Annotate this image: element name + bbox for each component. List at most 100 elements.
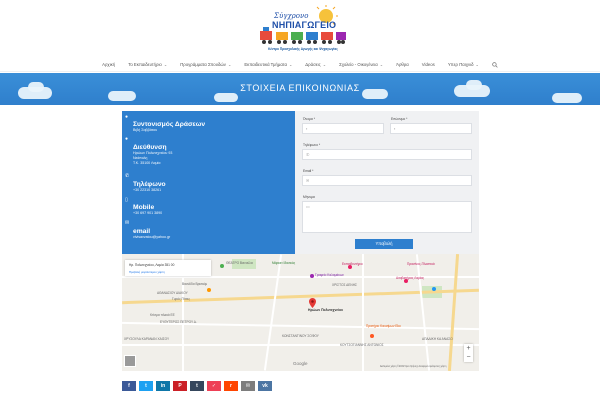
message-label: Μήνυμα [303,195,315,199]
pocket-share-button[interactable]: ✓ [207,381,221,391]
logo-subtitle: Κέντρο Προσχολικής Αγωγής και Ψυχαγωγίας [268,47,338,51]
main-nav: Αρχική Το Εκπαιδευτήριο ⌄ Προγράμματα Σπο… [0,58,600,72]
contact-address: Διεύθυνση Ηρώων Πολυτεχνείου 93 Νεάπολη … [133,144,172,167]
first-name-label: Όνομα * [303,117,316,121]
phone-field[interactable]: ✆ [302,149,472,160]
zoom-out-button[interactable]: − [464,353,473,362]
phone-icon: ✆ [306,152,310,157]
google-logo: Google [293,361,308,366]
map-label: Πρατήριο Καυσίμων Eko [366,324,401,328]
chevron-down-icon: ⌄ [322,62,327,67]
contact-line: Βιβή Σαββάτου [133,128,158,132]
nav-item-label: Εκπαιδευτικά Τμήματα [244,62,287,67]
reddit-share-button[interactable]: r [224,381,238,391]
email-field[interactable]: ✉ [302,175,472,186]
nav-item-programs[interactable]: Προγράμματα Σπουδών ⌄ [180,62,231,67]
page-title: ΣΤΟΙΧΕΙΑ ΕΠΙΚΟΙΝΩΝΙΑΣ [240,83,360,93]
email-icon: ✉ [125,220,130,226]
map-label: Μάρκετ Ιδανικός [272,261,296,265]
first-name-field[interactable]: ▪ [302,123,384,134]
map-label: ΧΡΙΣΤΟΣ ΔΕΝΗΣ [332,283,357,287]
nav-item-articles[interactable]: Άρθρα [396,62,409,67]
mail-icon: ✉ [245,383,251,389]
contact-heading: Διεύθυνση [133,144,167,151]
map-label: Βασιλίδα Βρισκόμ [182,282,208,286]
nav-item-label: Προγράμματα Σπουδών [180,62,226,67]
pinterest-icon: P [178,383,182,389]
map-label: ΧΡΥΣΟΥΛΑ ΚΑΡΑΝΑΝ ΧΑΙΣΟΥ [124,337,170,341]
map-label: ΘΕΑΤΡΟ Βιενούλα [226,261,253,265]
contact-info-panel: ● Συντονισμός Δράσεων Βιβή Σαββάτου ● Δι… [122,111,295,254]
contact-form: Όνομα * ▪ Επώνυμο * ▪ Τηλέφωνο * ✆ Email… [295,111,479,254]
nav-item-classes[interactable]: Εκπαιδευτικά Τμήματα ⌄ [244,62,292,67]
page: Σύγχρονο ΝΗΠΙΑΓΩΓΕΙΟ Κέντρο Προσχολικής … [0,0,600,400]
larger-map-link[interactable]: Προβολή μεγαλύτερου χάρτη [129,270,165,274]
nav-item-label: Αρχική [102,62,116,67]
pinterest-share-button[interactable]: P [173,381,187,391]
contact-heading: Συντονισμός Δράσεων [133,121,206,128]
map-poi-icon[interactable] [432,287,436,291]
site-header: Σύγχρονο ΝΗΠΙΑΓΩΓΕΙΟ Κέντρο Προσχολικής … [0,0,600,58]
nav-item-label: Videos [421,62,435,67]
tumblr-share-button[interactable]: t [190,381,204,391]
map-footer: Δεδομένα χάρτη ©2019 Όροι Χρήσης Αναφορά… [380,366,447,368]
person-icon: ● [125,114,129,120]
chevron-down-icon: ⌄ [475,62,479,67]
person-icon: ▪ [394,126,396,131]
email-label: Email * [303,169,314,173]
street-view-thumbnail[interactable] [124,355,136,367]
nav-item-extra[interactable]: Υπερ Παιχνιδ ⌄ [448,62,479,67]
chevron-down-icon: ⌄ [379,62,384,67]
contact-section: ΘΕΑΤΡΟ Βιενούλα Μάρκετ Ιδανικός Εκπαιδευ… [122,111,479,371]
last-name-label: Επώνυμο * [391,117,408,121]
twitter-share-button[interactable]: t [139,381,153,391]
map-poi-icon[interactable] [220,264,224,268]
contact-phone: Τηλέφωνο +30 22310 38261 [133,181,166,193]
map-label: Εκπαιδευτήριο [342,262,363,266]
map-label: Αναβατήρας Λαμίας [396,276,425,280]
submit-button[interactable]: Υποβολή [355,239,413,249]
nav-item-school-family[interactable]: Σχολείο - Οικογένεια ⌄ [339,62,383,67]
page-banner: ΣΤΟΙΧΕΙΑ ΕΠΙΚΟΙΝΩΝΙΑΣ [0,73,600,105]
nav-item-activities[interactable]: Δράσεις ⌄ [305,62,326,67]
map-pin-icon[interactable] [309,298,316,308]
map-address: Ηρ. Πολυτεχνείου, Λαμία 351 00 [129,263,175,267]
search-icon[interactable] [492,61,498,68]
nav-item-label: Το Εκπαιδευτήριο [128,62,162,67]
phone-label: Τηλέφωνο * [303,143,321,147]
nav-item-videos[interactable]: Videos [422,62,435,67]
message-textarea[interactable]: ▭ [302,201,472,233]
chevron-down-icon: ⌄ [288,62,293,67]
zoom-in-button[interactable]: + [464,344,473,353]
site-logo[interactable]: Σύγχρονο ΝΗΠΙΑΓΩΓΕΙΟ Κέντρο Προσχολικής … [254,4,352,54]
tumblr-icon: t [196,383,198,389]
pocket-icon: ✓ [211,383,217,389]
facebook-share-button[interactable]: f [122,381,136,391]
map-label: Γυρός Πίττες [172,297,190,301]
map-label: ΚΟΥΤΣΟΓΙΑΝΝΗΣ ΑΝΤΩΝΙΟΣ [340,343,384,347]
contact-mobile: Mobile +30 697 901 3890 [133,204,162,216]
email-share-button[interactable]: ✉ [241,381,255,391]
linkedin-share-button[interactable]: in [156,381,170,391]
vk-share-button[interactable]: vk [258,381,272,391]
map-label: ΑΘΑΝΑΣΙΟΥ ΔΙΑΚΟΥ [157,291,188,295]
logo-main-text: ΝΗΠΙΑΓΩΓΕΙΟ [272,20,337,30]
nav-item-label: Υπερ Παιχνιδ [447,62,474,67]
nav-item-home[interactable]: Αρχική [102,62,115,67]
comment-icon: ▭ [306,204,310,209]
map-poi-icon[interactable] [207,288,211,292]
map-label: Κτίσμα πλακά ΕΕ [150,313,175,317]
map-poi-icon[interactable] [370,334,374,338]
nav-item-label: Δράσεις [305,62,321,67]
mobile-icon: ▯ [125,197,128,203]
contact-line[interactable]: vivisavvatou@yahoo.gr [133,235,170,240]
map-label: Πρασίνος-Πλαστικά [407,262,435,266]
facebook-icon: f [128,383,130,389]
last-name-field[interactable]: ▪ [390,123,472,134]
person-icon: ▪ [306,126,308,131]
twitter-icon: t [145,383,147,389]
contact-line: +30 697 901 3890 [133,211,163,215]
map-poi-icon[interactable] [310,274,314,278]
mail-icon: ✉ [306,178,310,183]
nav-item-school[interactable]: Το Εκπαιδευτήριο ⌄ [128,62,167,67]
